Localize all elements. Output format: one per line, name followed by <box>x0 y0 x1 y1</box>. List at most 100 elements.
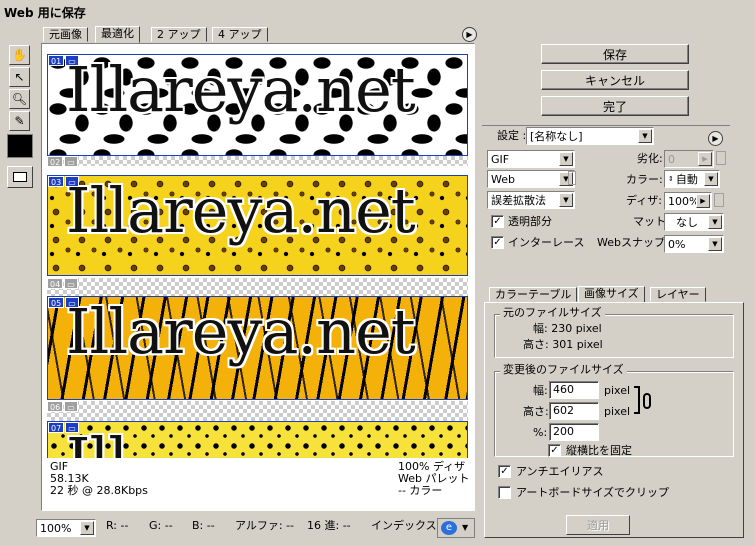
colors-select[interactable]: ⇕ 自動 ▼ <box>664 170 720 188</box>
preset-select[interactable]: [名称なし] ▼ <box>526 127 654 145</box>
eyedropper-icon: ✎ <box>14 114 25 128</box>
preview-info: GIF 58.13K 22 秒 @ 28.8Kbps 100% ディザ Web … <box>42 458 474 510</box>
websnap-select[interactable]: 0% ▼ <box>664 235 724 253</box>
percent-input[interactable]: 200 <box>549 423 599 441</box>
slice-01[interactable]: 01 ▭ Illareya.net <box>47 54 468 156</box>
tab-layers[interactable]: レイヤー <box>650 287 706 302</box>
toggle-slice-visibility[interactable] <box>7 166 33 188</box>
dither-link-icon[interactable] <box>714 193 724 207</box>
apply-button[interactable]: 適用 <box>566 515 630 535</box>
info-colors: -- カラー <box>398 484 443 497</box>
magnifier-icon: 🔍︎ <box>11 92 28 106</box>
done-button[interactable]: 完了 <box>541 96 689 116</box>
slice-06[interactable]: 06 ▭ <box>47 401 468 421</box>
colors-label: カラー: <box>626 173 663 186</box>
slice-text: Illareya.net <box>66 175 416 247</box>
antialias-label: アンチエイリアス <box>516 465 604 478</box>
width-label: 幅: <box>533 384 548 397</box>
save-button[interactable]: 保存 <box>541 44 689 64</box>
tab-optimized[interactable]: 最適化 <box>95 26 140 43</box>
interlace-label: インターレース <box>508 236 585 249</box>
settings-menu-button[interactable]: ▶ <box>708 131 723 146</box>
stepper-icon: ⇕ <box>668 175 674 183</box>
constrain-label: 縦横比を固定 <box>566 444 632 457</box>
height-input[interactable]: 602 <box>549 402 599 420</box>
new-size-legend: 変更後のファイルサイズ <box>500 364 627 376</box>
constrain-checkbox[interactable]: ✓ <box>548 444 561 457</box>
antialias-checkbox[interactable]: ✓ <box>498 465 511 478</box>
format-select[interactable]: GIF ▼ <box>487 150 575 168</box>
chevron-down-icon: ▼ <box>638 129 652 143</box>
lossy-label: 劣化: <box>637 152 663 165</box>
slice-tag: 06 ▭ <box>47 401 78 412</box>
clip-artboard-label: アートボードサイズでクリップ <box>516 486 670 499</box>
palette-select[interactable]: Web ▼ <box>487 170 575 188</box>
slice-tag: 01 ▭ <box>48 55 79 66</box>
triangle-right-icon: ▶ <box>696 194 710 208</box>
chevron-down-icon: ▼ <box>559 193 573 207</box>
slice-tag: 05 ▭ <box>48 297 79 308</box>
matte-select[interactable]: なし ▼ <box>664 213 724 231</box>
slice-02[interactable]: 02 ▭ <box>47 156 468 166</box>
slice-03[interactable]: 03 ▭ Illareya.net <box>47 175 468 276</box>
interlace-checkbox[interactable]: ✓ <box>491 236 504 249</box>
eyedropper-color-swatch[interactable] <box>7 134 33 158</box>
slice-select-tool[interactable]: ↖ <box>9 67 30 87</box>
palette-link-icon[interactable] <box>568 171 576 185</box>
tab-original[interactable]: 元画像 <box>43 27 88 42</box>
original-height: 高さ: 301 pixel <box>523 338 603 351</box>
tab-color-table[interactable]: カラーテーブル <box>489 287 578 302</box>
transparency-label: 透明部分 <box>508 215 552 228</box>
lossy-field[interactable]: 0 ▶ <box>664 150 714 168</box>
browser-preview-button[interactable]: e ▼ <box>437 518 475 538</box>
websnap-label: Webスナップ: <box>597 236 669 249</box>
triangle-right-icon: ▶ <box>712 134 719 143</box>
status-g: G: -- <box>149 519 173 532</box>
dither-algorithm-select[interactable]: 誤差拡散法 ▼ <box>487 191 575 209</box>
lossy-link-icon[interactable] <box>716 151 726 165</box>
slice-tag: 03 ▭ <box>48 176 79 187</box>
triangle-right-icon: ▶ <box>466 30 473 39</box>
width-input[interactable]: 460 <box>549 381 599 399</box>
cancel-button[interactable]: キャンセル <box>541 70 689 90</box>
tab-4up[interactable]: 4 アップ <box>212 27 268 42</box>
percent-label: %: <box>533 426 548 439</box>
image-preview[interactable]: 01 ▭ Illareya.net 02 ▭ 03 ▭ Illareya.net 04… <box>41 43 475 511</box>
zoom-tool[interactable]: 🔍︎ <box>9 89 30 109</box>
preview-menu-button[interactable]: ▶ <box>462 27 477 42</box>
width-unit: pixel <box>604 384 631 397</box>
constrain-bracket <box>634 386 640 414</box>
window-title: Web 用に保存 <box>0 0 755 22</box>
chain-link-icon <box>643 393 651 409</box>
tab-2up[interactable]: 2 アップ <box>151 27 207 42</box>
browser-icon: e <box>441 521 457 535</box>
dither-label: ディザ: <box>626 194 662 207</box>
slice-07[interactable]: 07 ▭ Ill <box>47 421 468 461</box>
status-r: R: -- <box>106 519 129 532</box>
slice-text: Illareya.net <box>66 54 416 126</box>
chevron-down-icon: ▼ <box>80 521 94 535</box>
zoom-select[interactable]: 100% ▼ <box>36 519 96 537</box>
hand-icon: ✋ <box>12 48 27 62</box>
transparency-checkbox[interactable]: ✓ <box>491 215 504 228</box>
slice-tag: 07 ▭ <box>48 422 79 433</box>
slice-04[interactable]: 04 ▭ <box>47 278 468 296</box>
slice-select-icon: ↖ <box>14 70 25 84</box>
slice-visibility-icon <box>13 172 27 182</box>
dither-field[interactable]: 100% ▶ <box>664 192 712 210</box>
chevron-down-icon: ▼ <box>704 172 718 186</box>
slice-05[interactable]: 05 ▭ Illareya.net <box>47 296 468 400</box>
status-hex: 16 進: -- <box>307 519 351 532</box>
tab-image-size[interactable]: 画像サイズ <box>578 286 645 303</box>
chevron-down-icon: ▼ <box>708 237 722 251</box>
eyedropper-tool[interactable]: ✎ <box>9 111 30 131</box>
status-index: インデックス: <box>371 519 437 532</box>
original-size-legend: 元のファイルサイズ <box>500 307 605 319</box>
clip-artboard-checkbox[interactable] <box>498 486 511 499</box>
triangle-right-icon: ▶ <box>698 152 712 166</box>
height-unit: pixel <box>604 405 631 418</box>
chevron-down-icon: ▼ <box>462 523 469 532</box>
image-slice-icon: ▭ <box>65 55 79 66</box>
status-alpha: アルファ: -- <box>235 519 295 532</box>
hand-tool[interactable]: ✋ <box>9 45 30 65</box>
